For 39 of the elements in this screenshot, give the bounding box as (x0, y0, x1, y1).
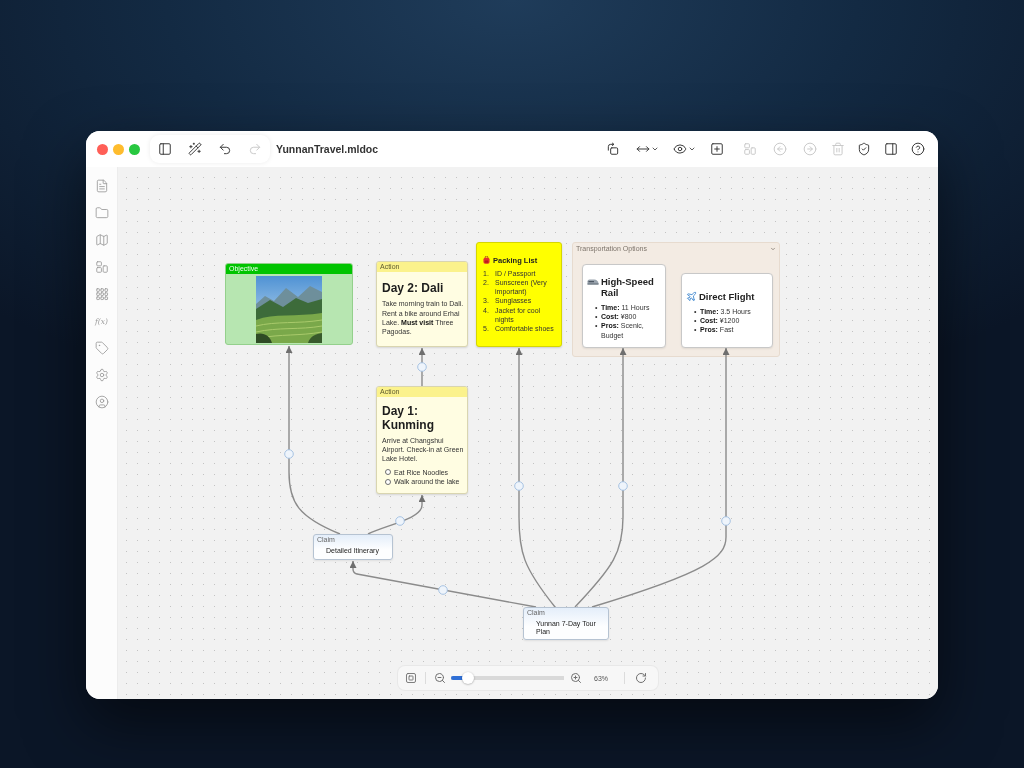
chevron-icon[interactable] (770, 246, 776, 252)
zoom-out-icon[interactable] (434, 672, 446, 684)
connector-handle[interactable] (438, 585, 448, 595)
folder-icon[interactable] (94, 206, 109, 220)
tag-icon[interactable] (94, 341, 109, 355)
node-title: Day 2: Dali (382, 281, 445, 296)
caret-icon (651, 145, 659, 153)
connector-handle[interactable] (417, 362, 427, 372)
map-icon[interactable] (94, 233, 109, 247)
slider-thumb[interactable] (461, 672, 474, 684)
checkbox[interactable] (385, 469, 391, 476)
minimize-button[interactable] (113, 143, 124, 155)
connector-handle[interactable] (721, 516, 731, 526)
connector-handle[interactable] (514, 481, 524, 491)
train-icon (587, 278, 599, 285)
card-title: High-Speed Rail (601, 276, 655, 298)
connector-handle[interactable] (618, 481, 628, 491)
maximize-button[interactable] (129, 143, 140, 155)
mountain-landscape-drawing (256, 276, 322, 343)
node-title: Day 1: Kunming (382, 403, 435, 432)
airplane-icon (686, 291, 697, 302)
close-button[interactable] (97, 143, 108, 155)
connector-arrow (367, 494, 426, 535)
user-icon[interactable] (94, 395, 109, 409)
document-title: YunnanTravel.mldoc (276, 143, 379, 155)
minimap-icon[interactable] (405, 672, 417, 684)
zoom-in-icon[interactable] (570, 672, 582, 684)
settings-icon[interactable] (94, 368, 109, 382)
connector-handle[interactable] (284, 449, 294, 459)
checkbox[interactable] (385, 478, 391, 485)
connector-handle[interactable] (395, 516, 405, 526)
connector-arrow (418, 347, 426, 387)
layout-icon[interactable] (94, 260, 109, 274)
caret-icon (688, 145, 696, 153)
reset-icon[interactable] (635, 672, 647, 684)
backpack-icon (483, 256, 490, 265)
grid-icon[interactable] (94, 287, 109, 301)
card-title: Direct Flight (699, 291, 755, 302)
document-icon[interactable] (94, 179, 109, 193)
